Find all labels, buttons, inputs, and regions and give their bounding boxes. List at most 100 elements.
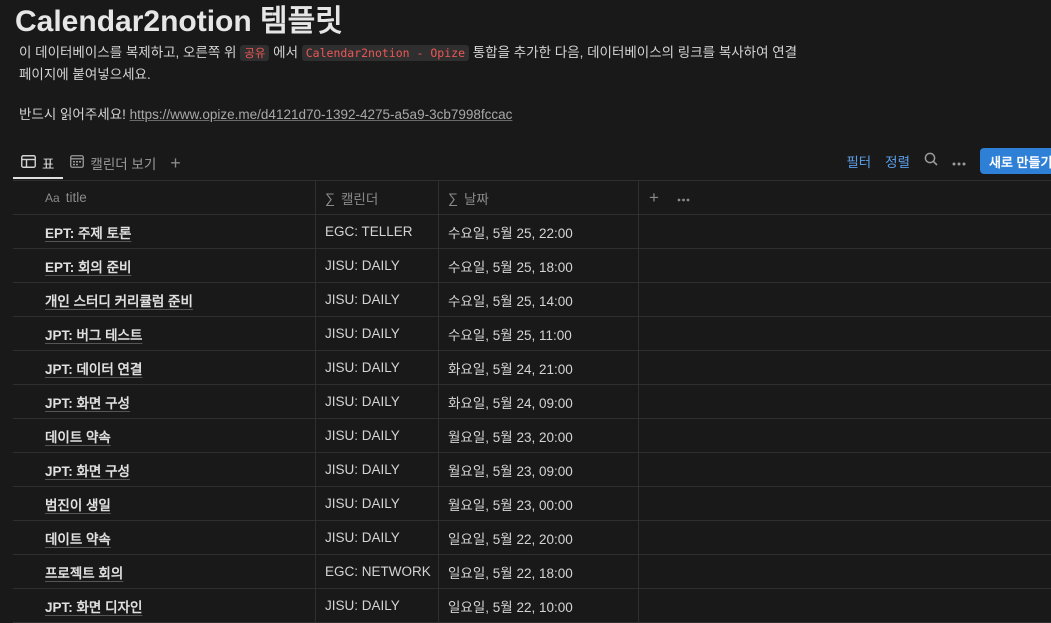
cell-empty[interactable]: [639, 385, 1051, 418]
row-title[interactable]: JPT: 데이터 연결: [45, 358, 142, 378]
row-title[interactable]: JPT: 버그 테스트: [45, 324, 142, 344]
cell-date[interactable]: 수요일, 5월 25, 11:00: [439, 317, 639, 350]
sort-button[interactable]: 정렬: [885, 151, 910, 171]
cell-empty[interactable]: [639, 521, 1051, 554]
cell-calendar[interactable]: EGC: TELLER: [316, 215, 439, 248]
cell-title[interactable]: JPT: 화면 구성: [13, 453, 316, 486]
cell-calendar[interactable]: JISU: DAILY: [316, 283, 439, 316]
cell-title[interactable]: 프로젝트 회의: [13, 555, 316, 588]
search-icon[interactable]: [924, 152, 938, 170]
cell-title[interactable]: EPT: 회의 준비: [13, 249, 316, 282]
row-title[interactable]: 개인 스터디 커리큘럼 준비: [45, 290, 193, 310]
table-row[interactable]: JPT: 화면 구성 JISU: DAILY 월요일, 5월 23, 09:00: [13, 453, 1051, 487]
formula-icon: ∑: [448, 189, 458, 206]
table-row[interactable]: JPT: 화면 구성 JISU: DAILY 화요일, 5월 24, 09:00: [13, 385, 1051, 419]
add-view-icon[interactable]: +: [164, 153, 187, 174]
row-title[interactable]: 범진이 생일: [45, 494, 111, 514]
cell-title[interactable]: JPT: 화면 디자인: [13, 589, 316, 622]
cell-date[interactable]: 월요일, 5월 23, 20:00: [439, 419, 639, 452]
cell-empty[interactable]: [639, 555, 1051, 588]
cell-title[interactable]: 데이트 약속: [13, 521, 316, 554]
more-properties-icon[interactable]: [677, 190, 690, 205]
tab-calendar[interactable]: 캘린더 보기: [62, 148, 164, 178]
cell-empty[interactable]: [639, 351, 1051, 384]
table-row[interactable]: JPT: 데이터 연결 JISU: DAILY 화요일, 5월 24, 21:00: [13, 351, 1051, 385]
cell-calendar[interactable]: JISU: DAILY: [316, 351, 439, 384]
cell-empty[interactable]: [639, 215, 1051, 248]
notice-link[interactable]: https://www.opize.me/d4121d70-1392-4275-…: [130, 107, 513, 122]
cell-date[interactable]: 수요일, 5월 25, 18:00: [439, 249, 639, 282]
cell-date[interactable]: 일요일, 5월 22, 10:00: [439, 589, 639, 622]
cell-calendar[interactable]: JISU: DAILY: [316, 419, 439, 452]
cell-title[interactable]: EPT: 주제 토론: [13, 215, 316, 248]
desc-text-line2: 페이지에 붙여넣으세요.: [19, 67, 151, 82]
table-header: Aa title ∑ 캘린더 ∑ 날짜 +: [13, 180, 1051, 215]
code-integration: Calendar2notion - Opize: [301, 45, 469, 61]
row-title[interactable]: 데이트 약속: [45, 426, 111, 446]
cell-empty[interactable]: [639, 317, 1051, 350]
row-title[interactable]: EPT: 주제 토론: [45, 222, 131, 242]
cell-calendar[interactable]: EGC: NETWORK: [316, 555, 439, 588]
cell-title[interactable]: 범진이 생일: [13, 487, 316, 520]
cell-empty[interactable]: [639, 283, 1051, 316]
table-row[interactable]: JPT: 화면 디자인 JISU: DAILY 일요일, 5월 22, 10:00: [13, 589, 1051, 623]
cell-empty[interactable]: [639, 589, 1051, 622]
cell-calendar[interactable]: JISU: DAILY: [316, 385, 439, 418]
cell-date[interactable]: 수요일, 5월 25, 22:00: [439, 215, 639, 248]
cell-date[interactable]: 월요일, 5월 23, 09:00: [439, 453, 639, 486]
cell-empty[interactable]: [639, 453, 1051, 486]
notice-label: 반드시 읽어주세요!: [19, 107, 130, 122]
table-row[interactable]: EPT: 회의 준비 JISU: DAILY 수요일, 5월 25, 18:00: [13, 249, 1051, 283]
cell-date[interactable]: 화요일, 5월 24, 09:00: [439, 385, 639, 418]
cell-title[interactable]: 데이트 약속: [13, 419, 316, 452]
cell-empty[interactable]: [639, 487, 1051, 520]
view-tabs: 표 캘린더 보기 +: [13, 146, 187, 180]
row-title[interactable]: 프로젝트 회의: [45, 562, 123, 582]
cell-title[interactable]: 개인 스터디 커리큘럼 준비: [13, 283, 316, 316]
cell-title[interactable]: JPT: 데이터 연결: [13, 351, 316, 384]
cell-date[interactable]: 월요일, 5월 23, 00:00: [439, 487, 639, 520]
table-row[interactable]: 개인 스터디 커리큘럼 준비 JISU: DAILY 수요일, 5월 25, 14:…: [13, 283, 1051, 317]
row-title[interactable]: 데이트 약속: [45, 528, 111, 548]
cell-calendar[interactable]: JISU: DAILY: [316, 589, 439, 622]
cell-empty[interactable]: [639, 249, 1051, 282]
column-date-label: 날짜: [463, 191, 489, 207]
row-title[interactable]: JPT: 화면 구성: [45, 460, 130, 480]
text-property-icon: Aa: [45, 190, 60, 205]
column-header-title[interactable]: Aa title: [13, 181, 316, 214]
table-row[interactable]: 프로젝트 회의 EGC: NETWORK 일요일, 5월 22, 18:00: [13, 555, 1051, 589]
new-button-label: 새로 만들기: [989, 154, 1051, 170]
new-button[interactable]: 새로 만들기: [980, 148, 1051, 174]
cell-calendar[interactable]: JISU: DAILY: [316, 249, 439, 282]
row-title[interactable]: JPT: 화면 구성: [45, 392, 130, 412]
column-header-date[interactable]: ∑ 날짜: [439, 181, 639, 214]
cell-calendar[interactable]: JISU: DAILY: [316, 521, 439, 554]
row-title[interactable]: JPT: 화면 디자인: [45, 596, 142, 616]
cell-date[interactable]: 화요일, 5월 24, 21:00: [439, 351, 639, 384]
column-header-actions: +: [639, 181, 1051, 214]
cell-date[interactable]: 일요일, 5월 22, 20:00: [439, 521, 639, 554]
cell-calendar[interactable]: JISU: DAILY: [316, 317, 439, 350]
cell-calendar[interactable]: JISU: DAILY: [316, 487, 439, 520]
cell-date[interactable]: 수요일, 5월 25, 14:00: [439, 283, 639, 316]
table-row[interactable]: JPT: 버그 테스트 JISU: DAILY 수요일, 5월 25, 11:00: [13, 317, 1051, 351]
cell-title[interactable]: JPT: 버그 테스트: [13, 317, 316, 350]
row-title[interactable]: EPT: 회의 준비: [45, 256, 131, 276]
code-share: 공유: [240, 45, 270, 61]
cell-title[interactable]: JPT: 화면 구성: [13, 385, 316, 418]
calendar-icon: [70, 155, 85, 171]
filter-button[interactable]: 필터: [846, 151, 871, 171]
add-property-icon[interactable]: +: [649, 188, 659, 208]
table-row[interactable]: EPT: 주제 토론 EGC: TELLER 수요일, 5월 25, 22:00: [13, 215, 1051, 249]
table-row[interactable]: 데이트 약속 JISU: DAILY 월요일, 5월 23, 20:00: [13, 419, 1051, 453]
cell-calendar[interactable]: JISU: DAILY: [316, 453, 439, 486]
tab-table[interactable]: 표: [13, 148, 62, 178]
notice: 반드시 읽어주세요! https://www.opize.me/d4121d70…: [19, 104, 512, 125]
table-row[interactable]: 데이트 약속 JISU: DAILY 일요일, 5월 22, 20:00: [13, 521, 1051, 555]
cell-date[interactable]: 일요일, 5월 22, 18:00: [439, 555, 639, 588]
table-body: EPT: 주제 토론 EGC: TELLER 수요일, 5월 25, 22:00 EP…: [13, 215, 1051, 623]
table-row[interactable]: 범진이 생일 JISU: DAILY 월요일, 5월 23, 00:00: [13, 487, 1051, 521]
column-header-calendar[interactable]: ∑ 캘린더: [316, 181, 439, 214]
more-options-icon[interactable]: [952, 153, 966, 170]
cell-empty[interactable]: [639, 419, 1051, 452]
